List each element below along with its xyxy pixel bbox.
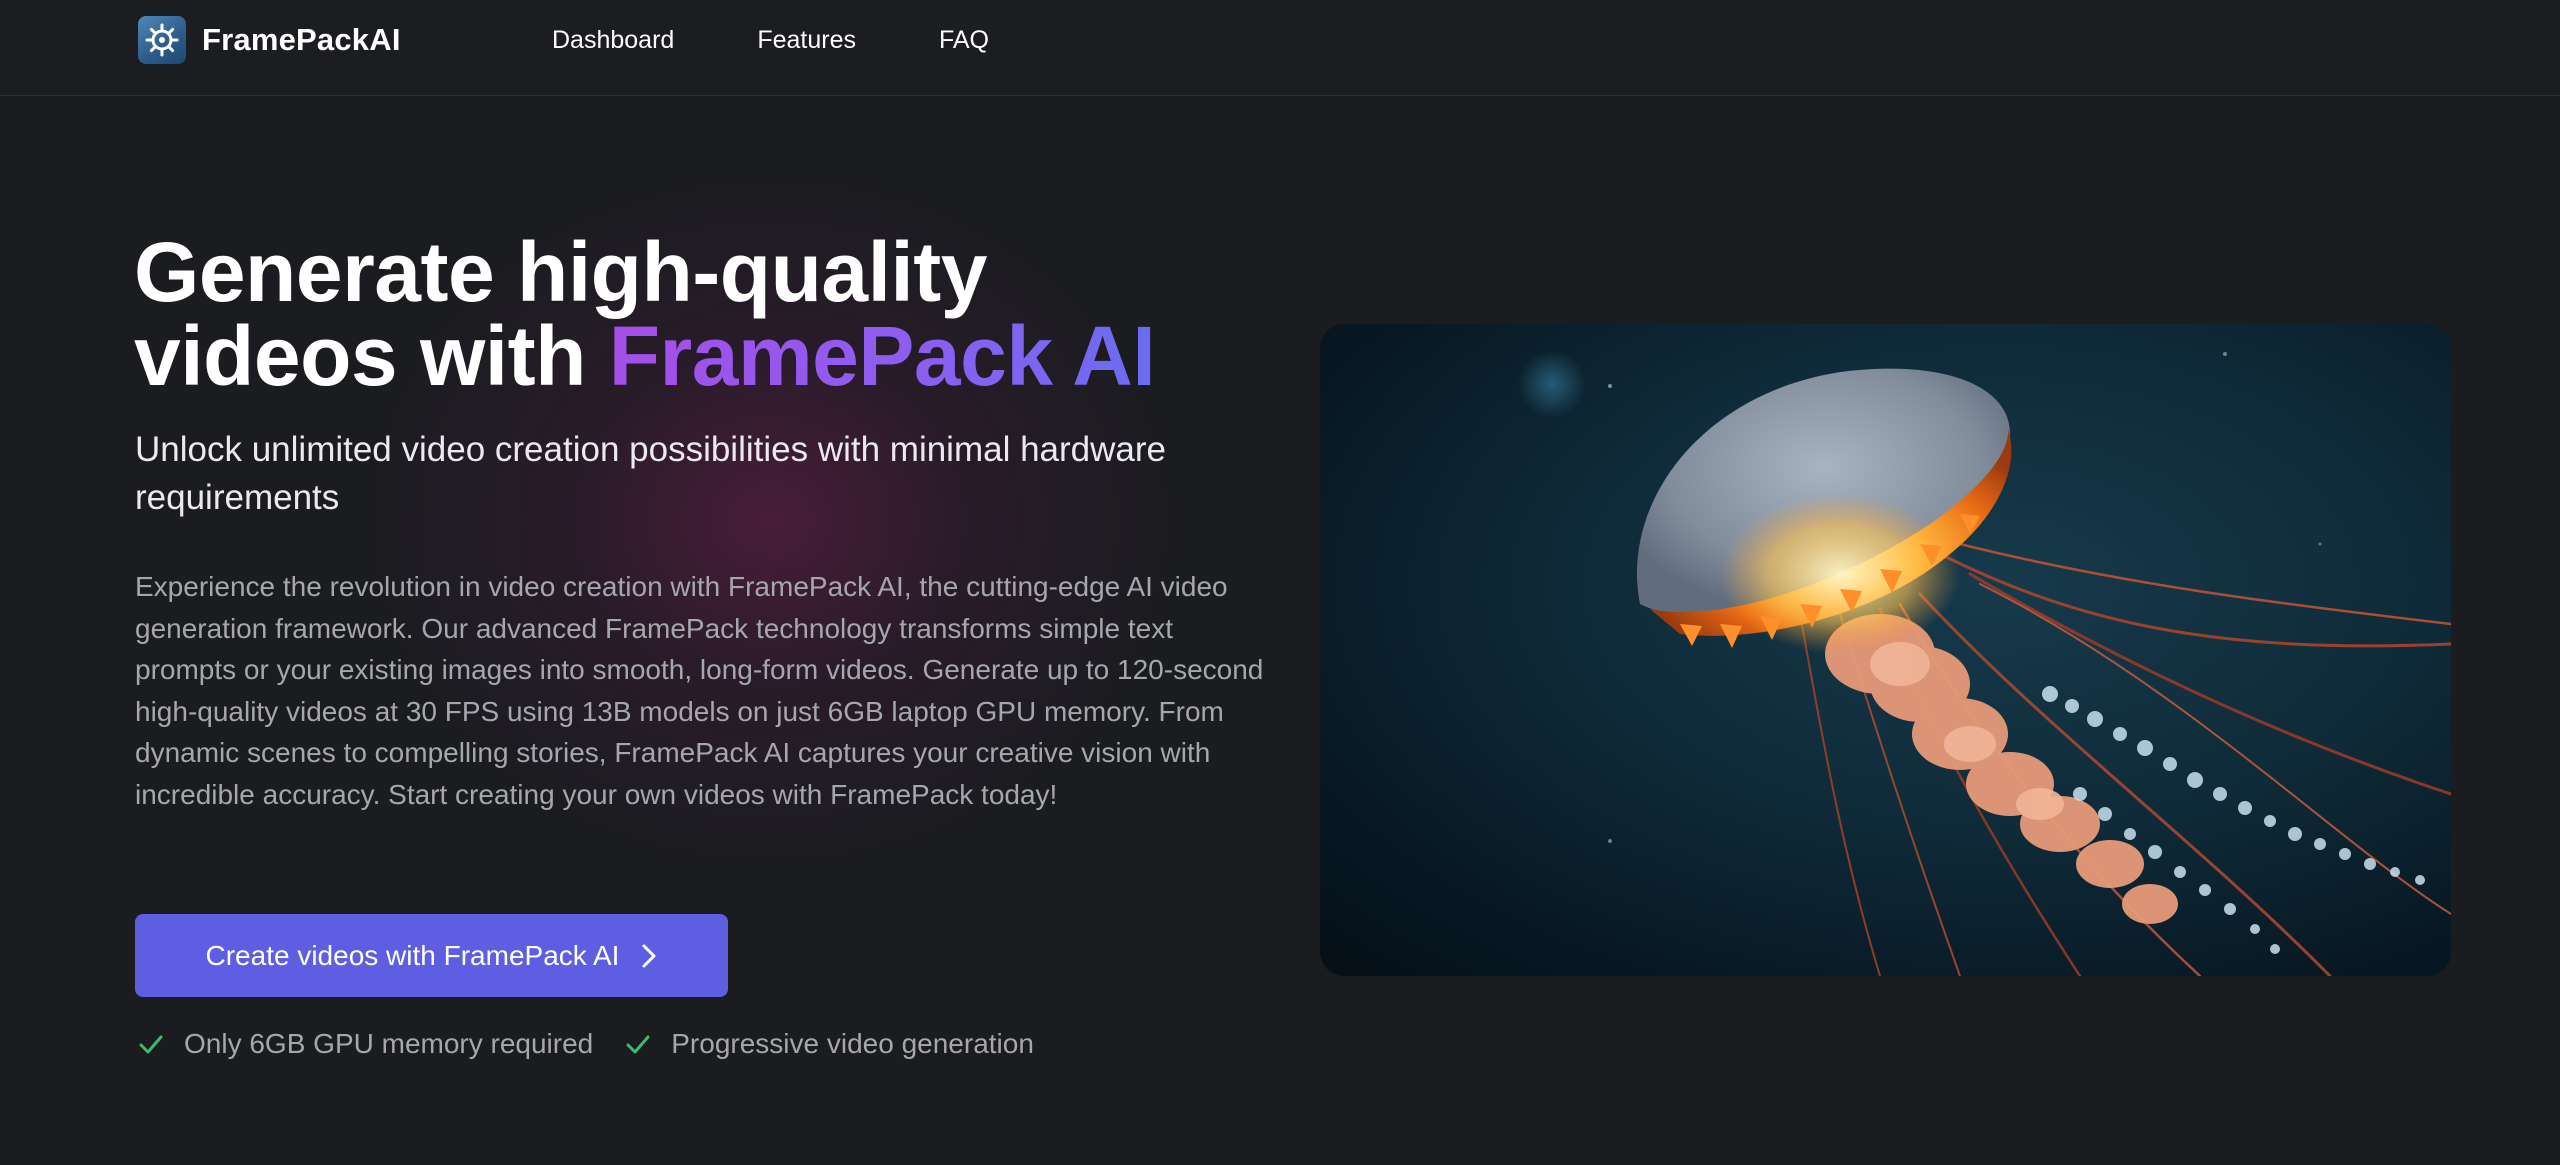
nav-link-dashboard[interactable]: Dashboard: [552, 22, 674, 58]
jellyfish-image: [1320, 324, 2451, 976]
create-videos-button[interactable]: Create videos with FramePack AI: [135, 914, 728, 997]
hero-title-line1: Generate high-quality: [134, 225, 987, 319]
feature-item: Progressive video generation: [625, 1028, 1034, 1060]
hero-subtitle: Unlock unlimited video creation possibil…: [135, 430, 1166, 517]
page: FramePackAI Dashboard Features FAQ Gener…: [0, 0, 2560, 1165]
feature-highlights: Only 6GB GPU memory required Progressive…: [138, 1028, 1066, 1060]
feature-item: Only 6GB GPU memory required: [138, 1028, 593, 1060]
ship-wheel-icon: [138, 16, 186, 64]
check-icon: [625, 1031, 651, 1057]
hero-description: Experience the revolution in video creat…: [135, 571, 1264, 810]
hero-title-line2-prefix: videos with: [134, 309, 609, 403]
hero-title: Generate high-quality videos with FrameP…: [134, 230, 1254, 398]
nav-link-features[interactable]: Features: [757, 22, 856, 58]
chevron-right-icon: [641, 943, 657, 969]
nav-link-faq[interactable]: FAQ: [939, 22, 989, 58]
site-header: FramePackAI Dashboard Features FAQ: [0, 0, 2560, 96]
feature-label: Progressive video generation: [671, 1028, 1034, 1059]
feature-label: Only 6GB GPU memory required: [184, 1028, 594, 1059]
main-nav: Dashboard Features FAQ: [552, 22, 1072, 58]
check-icon: [138, 1031, 164, 1057]
brand-name: FramePackAI: [202, 22, 401, 57]
hero-title-accent: FramePack AI: [608, 309, 1156, 403]
create-videos-button-label: Create videos with FramePack AI: [205, 939, 620, 971]
brand[interactable]: FramePackAI: [138, 16, 401, 64]
